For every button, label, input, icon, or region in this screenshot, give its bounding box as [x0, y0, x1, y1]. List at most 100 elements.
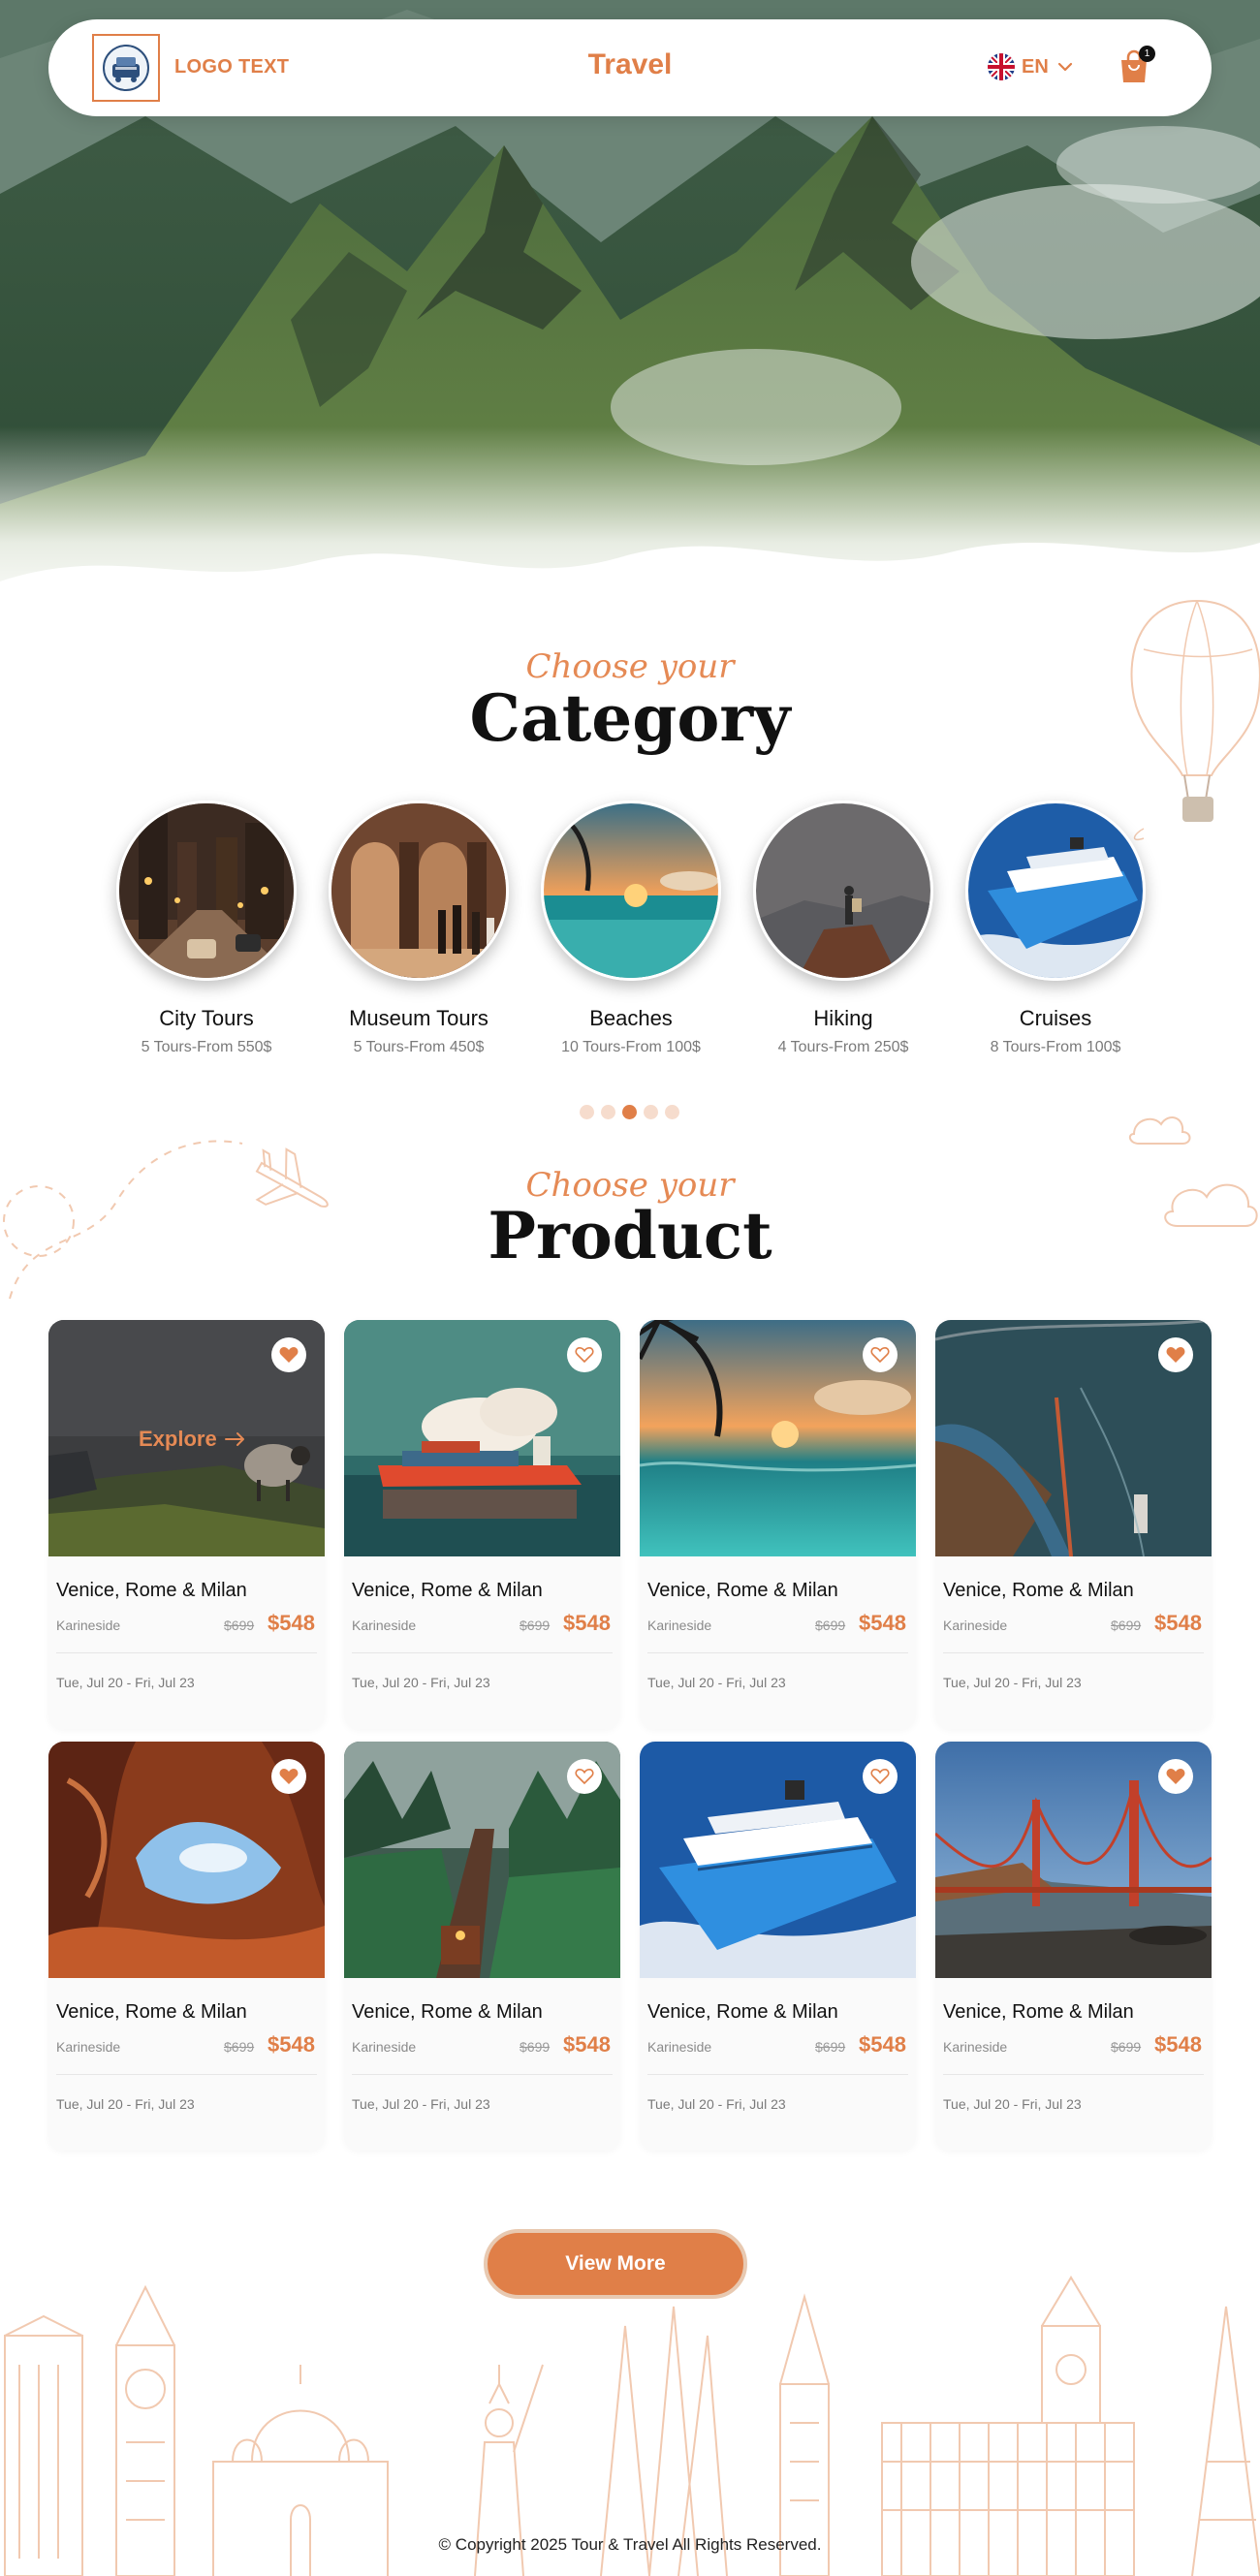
pagination-dot[interactable]	[665, 1105, 679, 1119]
divider	[56, 1652, 317, 1653]
product-old-price: $699	[815, 2039, 846, 2055]
landmarks-skyline-illustration	[4, 2276, 1260, 2576]
divider	[647, 1652, 908, 1653]
product-card[interactable]: Explore Venice, Rome & Milan Karineside …	[48, 1320, 325, 1729]
category-name: City Tours	[159, 1006, 254, 1030]
product-location: Karineside	[647, 1618, 712, 1633]
product-card[interactable]: Venice, Rome & Milan Karineside $699 $54…	[48, 1742, 325, 2151]
favorite-button[interactable]	[271, 1759, 306, 1794]
category-museum-tours[interactable]: Museum Tours 5 Tours-From 450$	[312, 801, 525, 1056]
category-summary: 5 Tours-From 450$	[353, 1039, 485, 1055]
divider	[943, 2074, 1204, 2075]
category-title: Category	[469, 680, 791, 756]
cart-button[interactable]: 1	[1117, 46, 1155, 87]
divider	[943, 1652, 1204, 1653]
divider	[647, 2074, 908, 2075]
category-name: Museum Tours	[349, 1006, 488, 1030]
divider	[352, 2074, 613, 2075]
explore-label: Explore	[139, 1427, 217, 1451]
product-title: Venice, Rome & Milan	[352, 1580, 543, 1601]
pagination-dot-active[interactable]	[622, 1105, 637, 1119]
pagination-dot[interactable]	[601, 1105, 615, 1119]
product-dates: Tue, Jul 20 - Fri, Jul 23	[352, 1675, 490, 1690]
favorite-button[interactable]	[271, 1337, 306, 1372]
product-old-price: $699	[1111, 2039, 1142, 2055]
product-old-price: $699	[520, 1618, 551, 1633]
museum-tours-image	[331, 803, 506, 978]
product-location: Karineside	[352, 2039, 417, 2055]
product-title: Venice, Rome & Milan	[943, 1580, 1134, 1601]
heart-outline-icon	[870, 1346, 890, 1364]
category-pagination	[580, 1105, 679, 1119]
product-dates: Tue, Jul 20 - Fri, Jul 23	[56, 1675, 195, 1690]
product-dates: Tue, Jul 20 - Fri, Jul 23	[647, 2096, 786, 2112]
chevron-down-icon	[1057, 62, 1072, 72]
favorite-button[interactable]	[1158, 1337, 1193, 1372]
product-price: $548	[563, 2032, 611, 2057]
product-dates: Tue, Jul 20 - Fri, Jul 23	[647, 1675, 786, 1690]
heart-filled-icon	[1166, 1769, 1185, 1784]
product-title: Venice, Rome & Milan	[647, 2001, 838, 2023]
favorite-button[interactable]	[567, 1337, 602, 1372]
product-card[interactable]: Venice, Rome & Milan Karineside $699 $54…	[935, 1742, 1212, 2151]
product-location: Karineside	[647, 2039, 712, 2055]
uk-flag-icon	[988, 53, 1015, 80]
category-beaches[interactable]: Beaches 10 Tours-From 100$	[524, 801, 738, 1056]
category-summary: 8 Tours-From 100$	[990, 1039, 1121, 1055]
product-card[interactable]: Venice, Rome & Milan Karineside $699 $54…	[344, 1320, 620, 1729]
category-summary: 5 Tours-From 550$	[141, 1039, 272, 1055]
copyright-text: © Copyright 2025 Tour & Travel All Right…	[438, 2535, 822, 2554]
language-selector[interactable]: EN	[987, 52, 1076, 81]
product-dates: Tue, Jul 20 - Fri, Jul 23	[943, 2096, 1082, 2112]
category-hiking[interactable]: Hiking 4 Tours-From 250$	[737, 801, 950, 1056]
divider	[56, 2074, 317, 2075]
favorite-button[interactable]	[863, 1759, 898, 1794]
product-dates: Tue, Jul 20 - Fri, Jul 23	[56, 2096, 195, 2112]
heart-filled-icon	[279, 1347, 299, 1363]
product-title: Product	[488, 1198, 772, 1273]
favorite-button[interactable]	[1158, 1759, 1193, 1794]
cruises-image	[968, 803, 1143, 978]
product-title: Venice, Rome & Milan	[352, 2001, 543, 2023]
heart-outline-icon	[575, 1346, 594, 1364]
city-tours-image	[119, 803, 294, 978]
product-dates: Tue, Jul 20 - Fri, Jul 23	[352, 2096, 490, 2112]
category-summary: 10 Tours-From 100$	[561, 1039, 701, 1055]
favorite-button[interactable]	[863, 1337, 898, 1372]
product-card[interactable]: Venice, Rome & Milan Karineside $699 $54…	[640, 1742, 916, 2151]
product-location: Karineside	[943, 2039, 1008, 2055]
product-location: Karineside	[56, 2039, 121, 2055]
category-city-tours[interactable]: City Tours 5 Tours-From 550$	[100, 801, 313, 1056]
product-title: Venice, Rome & Milan	[56, 2001, 247, 2023]
product-title: Venice, Rome & Milan	[647, 1580, 838, 1601]
pagination-dot[interactable]	[644, 1105, 658, 1119]
product-title: Venice, Rome & Milan	[943, 2001, 1134, 2023]
product-location: Karineside	[943, 1618, 1008, 1633]
heart-outline-icon	[575, 1768, 594, 1785]
explore-link[interactable]: Explore	[139, 1427, 246, 1452]
pagination-dot[interactable]	[580, 1105, 594, 1119]
product-card[interactable]: Venice, Rome & Milan Karineside $699 $54…	[344, 1742, 620, 2151]
view-more-button[interactable]: View More	[484, 2229, 747, 2299]
product-price: $548	[1154, 1611, 1202, 1635]
divider	[352, 1652, 613, 1653]
product-card[interactable]: Venice, Rome & Milan Karineside $699 $54…	[935, 1320, 1212, 1729]
product-price: $548	[859, 1611, 906, 1635]
product-old-price: $699	[815, 1618, 846, 1633]
cart-count-badge: 1	[1139, 46, 1155, 62]
product-card[interactable]: Venice, Rome & Milan Karineside $699 $54…	[640, 1320, 916, 1729]
product-price: $548	[1154, 2032, 1202, 2057]
product-price: $548	[859, 2032, 906, 2057]
category-name: Beaches	[589, 1006, 673, 1030]
arrow-right-icon	[224, 1432, 244, 1446]
product-old-price: $699	[224, 1618, 255, 1633]
hiking-image	[756, 803, 930, 978]
category-name: Hiking	[813, 1006, 873, 1030]
favorite-button[interactable]	[567, 1759, 602, 1794]
product-old-price: $699	[520, 2039, 551, 2055]
product-price: $548	[268, 2032, 315, 2057]
heart-filled-icon	[279, 1769, 299, 1784]
top-navbar: LOGO TEXT Travel EN 1	[48, 19, 1212, 116]
product-old-price: $699	[224, 2039, 255, 2055]
category-cruises[interactable]: Cruises 8 Tours-From 100$	[949, 801, 1162, 1056]
